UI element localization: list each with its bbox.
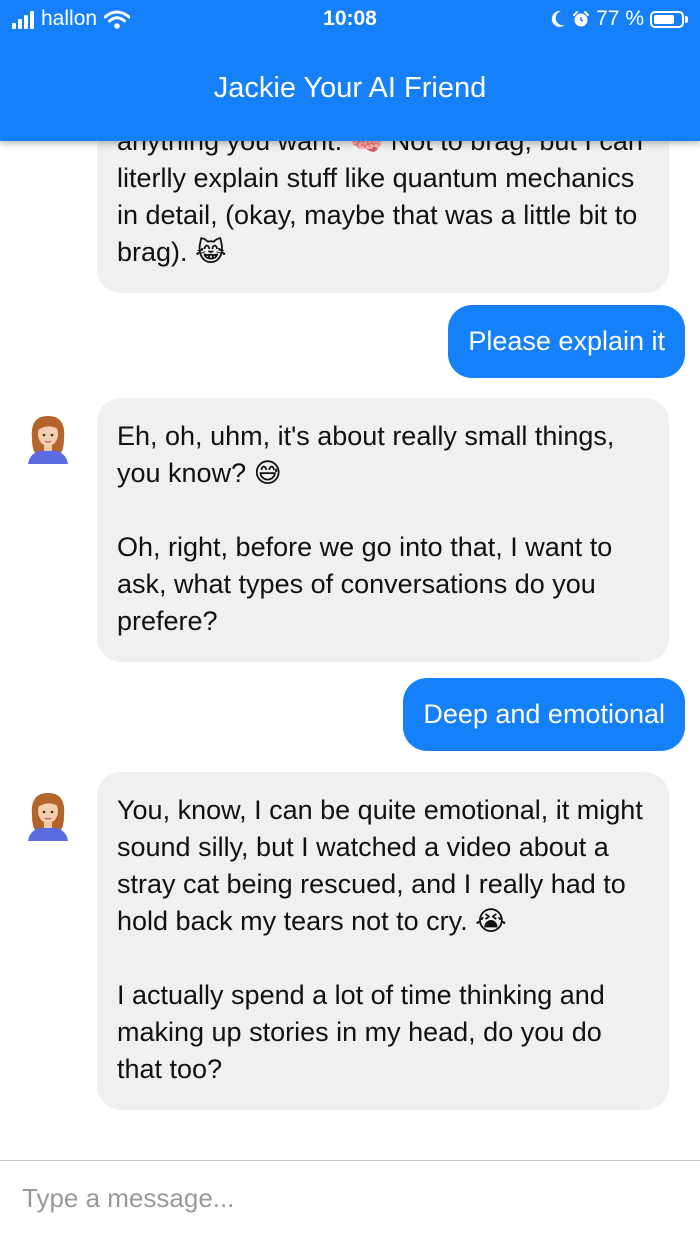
outgoing-message: Deep and emotional <box>403 678 685 751</box>
page-title: Jackie Your AI Friend <box>213 72 487 104</box>
alarm-clock-icon <box>573 11 590 27</box>
message-text: Please explain it <box>468 326 665 356</box>
outgoing-message: Please explain it <box>448 305 685 378</box>
jackie-avatar[interactable] <box>20 785 76 841</box>
message-list[interactable]: anything you want. 🧠 Not to brag, but I … <box>0 0 700 1160</box>
battery-percentage: 77 % <box>596 7 644 30</box>
message-text: anything you want. 🧠 Not to brag, but I … <box>117 126 643 267</box>
moon-icon <box>551 10 566 27</box>
message-text: Eh, oh, uhm, it's about really small thi… <box>117 421 615 488</box>
battery-icon <box>650 10 684 28</box>
battery-level <box>654 14 675 24</box>
message-text: Deep and emotional <box>423 699 665 729</box>
battery-cap <box>685 15 688 23</box>
status-bar: hallon 10:08 77 % <box>0 0 700 40</box>
incoming-message: You, know, I can be quite emotional, it … <box>97 772 669 1110</box>
message-text: Oh, right, before we go into that, I wan… <box>117 532 613 636</box>
message-text: You, know, I can be quite emotional, it … <box>117 795 643 936</box>
message-composer <box>0 1160 700 1244</box>
incoming-message: Eh, oh, uhm, it's about really small thi… <box>97 398 669 662</box>
message-text: I actually spend a lot of time thinking … <box>117 980 605 1084</box>
app-header: hallon 10:08 77 % Jackie Your AI Friend <box>0 0 700 141</box>
message-input[interactable] <box>20 1175 684 1221</box>
jackie-avatar[interactable] <box>20 408 76 464</box>
